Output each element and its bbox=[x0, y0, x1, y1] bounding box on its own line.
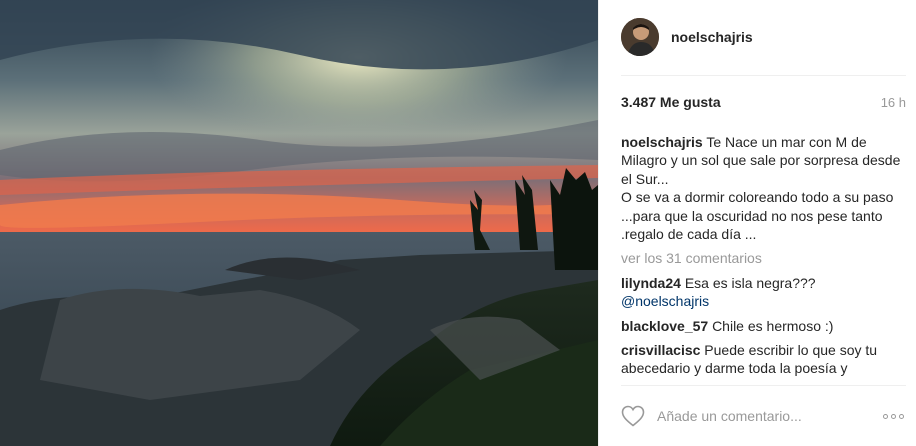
sunset-photo bbox=[0, 0, 598, 446]
list-item: blacklove_57 Chile es hermoso :) bbox=[621, 317, 908, 335]
comments-list: noelschajris Te Nace un mar con M de Mil… bbox=[621, 133, 908, 378]
post-details-panel: noelschajris 3.487 Me gusta 16 h noelsch… bbox=[598, 0, 916, 446]
more-options-icon[interactable] bbox=[881, 410, 906, 423]
likes-row: 3.487 Me gusta 16 h bbox=[621, 94, 906, 110]
comment-username[interactable]: lilynda24 bbox=[621, 275, 681, 291]
caption: noelschajris Te Nace un mar con M de Mil… bbox=[621, 133, 908, 243]
comment-bar bbox=[621, 396, 906, 436]
comment-username[interactable]: blacklove_57 bbox=[621, 318, 708, 334]
load-more-comments-link[interactable]: ver los 31 comentarios bbox=[621, 249, 908, 267]
comment-text: Esa es isla negra??? bbox=[684, 274, 816, 291]
list-item: lilynda24 Esa es isla negra??? @noelscha… bbox=[621, 274, 908, 311]
list-item: crisvillacisc Puede escribir lo que soy … bbox=[621, 341, 908, 378]
post-header: noelschajris bbox=[621, 14, 906, 60]
avatar[interactable] bbox=[621, 18, 659, 56]
caption-text-2: O se va a dormir coloreando todo a su pa… bbox=[621, 189, 894, 243]
caption-username[interactable]: noelschajris bbox=[621, 134, 703, 150]
post-author-username[interactable]: noelschajris bbox=[671, 29, 753, 45]
add-comment-input[interactable] bbox=[657, 408, 857, 424]
comment-username[interactable]: crisvillacisc bbox=[621, 342, 700, 358]
post-photo[interactable] bbox=[0, 0, 598, 446]
likes-count[interactable]: 3.487 Me gusta bbox=[621, 94, 721, 110]
heart-icon[interactable] bbox=[621, 405, 645, 427]
comment-mention[interactable]: @noelschajris bbox=[621, 293, 709, 309]
avatar-image bbox=[621, 18, 659, 56]
post-timestamp[interactable]: 16 h bbox=[881, 95, 906, 110]
comments-scroll-area[interactable]: noelschajris Te Nace un mar con M de Mil… bbox=[621, 133, 908, 379]
header-divider bbox=[621, 75, 906, 76]
footer-divider bbox=[621, 385, 906, 386]
comment-text: Chile es hermoso :) bbox=[712, 317, 834, 334]
